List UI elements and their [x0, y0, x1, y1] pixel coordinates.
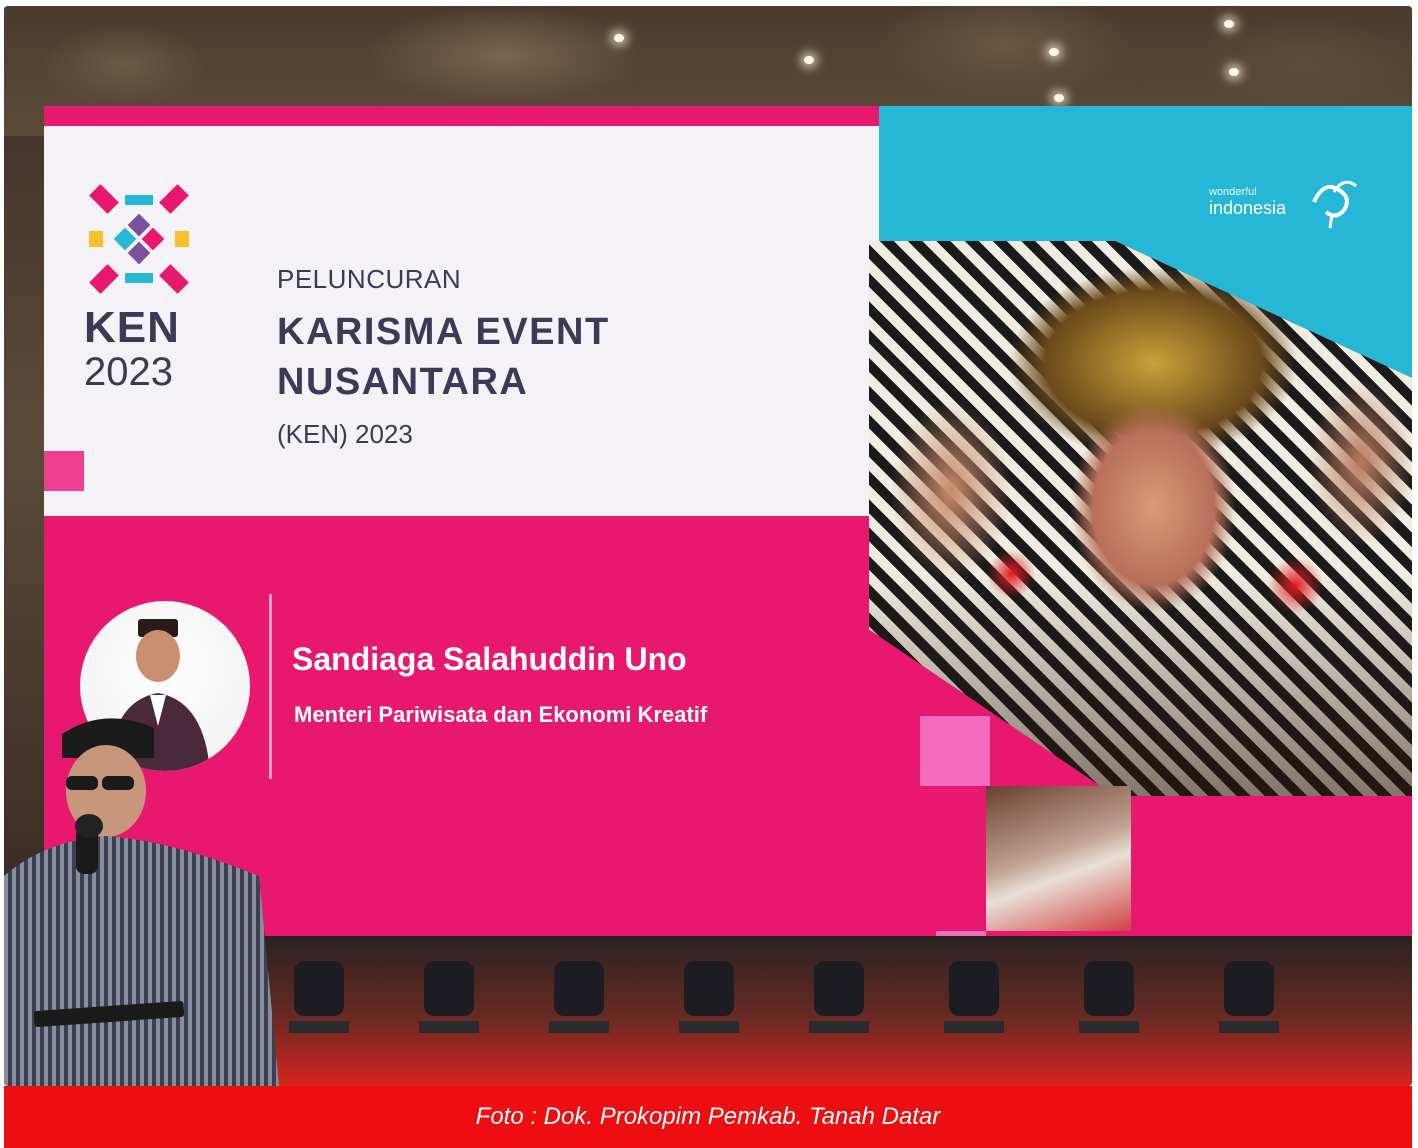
brand-tagline: wonderful: [1209, 186, 1257, 198]
stage-light-icon: [809, 961, 869, 1033]
brand-name: indonesia: [1209, 198, 1287, 218]
event-title: KARISMA EVENT NUSANTARA: [277, 307, 610, 407]
garuda-swirl-icon: [1312, 180, 1357, 229]
wonderful-indonesia-logo: wonderful indonesia: [1209, 180, 1357, 229]
ceiling-light: [614, 34, 624, 42]
ken-logo-text: KEN 2023: [84, 303, 180, 394]
ken-logo-icon: [89, 184, 189, 294]
photo-caption-bar: Foto : Dok. Prokopim Pemkab. Tanah Datar: [4, 1086, 1412, 1148]
stage-light-icon: [1219, 961, 1279, 1033]
speaker-name: Sandiaga Salahuddin Uno: [292, 641, 687, 677]
stage-light-icon: [549, 961, 609, 1033]
stage-light-icon: [944, 961, 1004, 1033]
event-photo: KEN 2023 PELUNCURAN KARISMA EVENT NUSANT…: [4, 6, 1412, 1086]
speaker-role: Menteri Pariwisata dan Ekonomi Kreatif: [294, 702, 708, 727]
stage-light-icon: [289, 961, 349, 1033]
decor-square: [44, 451, 84, 491]
presenter-figure: [4, 718, 279, 1086]
ceiling-light: [1049, 48, 1059, 56]
logo-line-2: 2023: [84, 350, 173, 394]
ceiling-light: [1224, 20, 1234, 28]
ceiling-light: [804, 56, 814, 64]
ceiling-light: [1229, 68, 1239, 76]
photo-caption: Foto : Dok. Prokopim Pemkab. Tanah Datar: [475, 1103, 941, 1130]
logo-line-1: KEN: [84, 303, 180, 352]
event-title-line-1: KARISMA EVENT: [277, 311, 610, 353]
decor-square: [920, 716, 990, 786]
event-title-line-2: NUSANTARA: [277, 361, 529, 403]
ceiling-light: [1054, 94, 1064, 102]
stage-light-icon: [419, 961, 479, 1033]
stage-light-icon: [679, 961, 739, 1033]
event-subtitle: (KEN) 2023: [277, 419, 413, 449]
instrument-photo: [986, 786, 1131, 931]
stage-light-icon: [1079, 961, 1139, 1033]
pre-title: PELUNCURAN: [277, 264, 462, 294]
event-title-block: PELUNCURAN KARISMA EVENT NUSANTARA (KEN)…: [277, 264, 610, 450]
